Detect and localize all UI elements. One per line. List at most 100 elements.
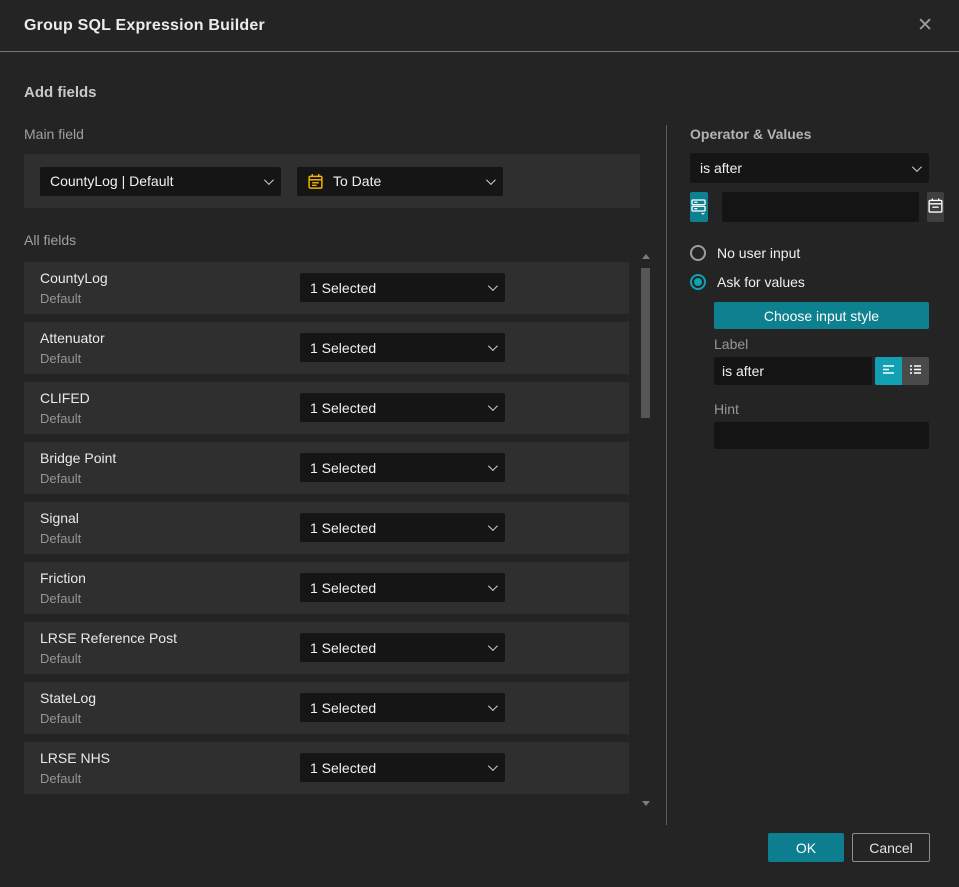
field-selection-value: 1 Selected bbox=[310, 459, 377, 476]
stacked-values-icon bbox=[690, 197, 708, 218]
ok-button[interactable]: OK bbox=[768, 833, 844, 862]
chevron-down-icon bbox=[487, 341, 498, 352]
date-type-select-value: To Date bbox=[333, 173, 382, 189]
field-name: LRSE NHS bbox=[40, 750, 111, 766]
list-scrollbar[interactable] bbox=[640, 254, 652, 806]
field-selection-select[interactable]: 1 Selected bbox=[300, 513, 505, 542]
chevron-down-icon bbox=[485, 174, 496, 185]
chevron-down-icon bbox=[487, 581, 498, 592]
value-input[interactable] bbox=[722, 192, 919, 222]
field-selection-value: 1 Selected bbox=[310, 279, 377, 296]
radio-no-user-input-label: No user input bbox=[717, 245, 801, 261]
field-sublabel: Default bbox=[40, 531, 82, 546]
chevron-down-icon bbox=[487, 461, 498, 472]
field-selection-select[interactable]: 1 Selected bbox=[300, 693, 505, 722]
align-left-icon bbox=[881, 362, 896, 380]
field-row-attenuator: Attenuator Default 1 Selected bbox=[24, 322, 629, 374]
label-input[interactable] bbox=[714, 357, 872, 385]
add-fields-heading: Add fields bbox=[24, 84, 97, 101]
main-field-select[interactable]: CountyLog | Default bbox=[40, 166, 281, 196]
field-selection-select[interactable]: 1 Selected bbox=[300, 753, 505, 782]
field-row-lrse-reference-post: LRSE Reference Post Default 1 Selected bbox=[24, 622, 629, 674]
chevron-down-icon bbox=[487, 761, 498, 772]
choose-input-style-button[interactable]: Choose input style bbox=[714, 302, 929, 329]
field-row-countylog: CountyLog Default 1 Selected bbox=[24, 262, 629, 314]
chevron-down-icon bbox=[487, 641, 498, 652]
radio-selected-icon[interactable] bbox=[690, 274, 706, 290]
field-name: LRSE Reference Post bbox=[40, 630, 177, 646]
field-sublabel: Default bbox=[40, 711, 82, 726]
field-row-friction: Friction Default 1 Selected bbox=[24, 562, 629, 614]
field-row-signal: Signal Default 1 Selected bbox=[24, 502, 629, 554]
main-field-select-value: CountyLog | Default bbox=[50, 173, 174, 189]
field-sublabel: Default bbox=[40, 411, 82, 426]
radio-no-user-input[interactable]: No user input bbox=[690, 244, 929, 262]
bullet-list-icon bbox=[908, 362, 923, 380]
field-name: StateLog bbox=[40, 690, 97, 706]
cancel-button[interactable]: Cancel bbox=[852, 833, 930, 862]
operator-values-heading: Operator & Values bbox=[690, 126, 812, 142]
field-row-clifed: CLIFED Default 1 Selected bbox=[24, 382, 629, 434]
field-name: Bridge Point bbox=[40, 450, 117, 466]
field-sublabel: Default bbox=[40, 291, 82, 306]
label-input-row bbox=[714, 357, 929, 385]
field-selection-value: 1 Selected bbox=[310, 519, 377, 536]
field-selection-select[interactable]: 1 Selected bbox=[300, 273, 505, 302]
field-name: CLIFED bbox=[40, 390, 90, 406]
field-selection-value: 1 Selected bbox=[310, 699, 377, 716]
chevron-down-icon bbox=[263, 174, 274, 185]
panel-divider bbox=[666, 125, 667, 825]
titlebar: Group SQL Expression Builder ✕ bbox=[0, 0, 959, 52]
field-row-statelog: StateLog Default 1 Selected bbox=[24, 682, 629, 734]
hint-label: Hint bbox=[714, 401, 739, 417]
scroll-down-icon[interactable] bbox=[642, 801, 650, 806]
calendar-icon bbox=[307, 173, 324, 190]
field-row-bridge-point: Bridge Point Default 1 Selected bbox=[24, 442, 629, 494]
group-sql-expression-builder-dialog: Group SQL Expression Builder ✕ Add field… bbox=[0, 0, 959, 887]
field-name: Signal bbox=[40, 510, 79, 526]
field-sublabel: Default bbox=[40, 591, 82, 606]
field-name: CountyLog bbox=[40, 270, 108, 286]
field-selection-value: 1 Selected bbox=[310, 339, 377, 356]
field-name: Attenuator bbox=[40, 330, 105, 346]
field-selection-value: 1 Selected bbox=[310, 399, 377, 416]
field-selection-value: 1 Selected bbox=[310, 759, 377, 776]
scroll-up-icon[interactable] bbox=[642, 254, 650, 259]
field-selection-value: 1 Selected bbox=[310, 639, 377, 656]
calendar-icon bbox=[927, 197, 944, 217]
field-sublabel: Default bbox=[40, 471, 82, 486]
label-label: Label bbox=[714, 336, 749, 352]
operator-select-value: is after bbox=[700, 160, 743, 176]
main-field-label: Main field bbox=[24, 126, 84, 142]
single-value-style-button[interactable] bbox=[875, 357, 902, 385]
field-selection-select[interactable]: 1 Selected bbox=[300, 333, 505, 362]
date-type-select[interactable]: To Date bbox=[297, 166, 503, 196]
chevron-down-icon bbox=[487, 521, 498, 532]
dialog-title: Group SQL Expression Builder bbox=[24, 16, 265, 34]
list-value-style-button[interactable] bbox=[902, 357, 929, 385]
scrollbar-thumb[interactable] bbox=[641, 268, 650, 418]
hint-input[interactable] bbox=[714, 422, 929, 449]
chevron-down-icon bbox=[487, 701, 498, 712]
field-name: Friction bbox=[40, 570, 86, 586]
close-icon[interactable]: ✕ bbox=[913, 12, 937, 39]
field-row-lrse-nhs: LRSE NHS Default 1 Selected bbox=[24, 742, 629, 794]
operator-select[interactable]: is after bbox=[690, 153, 929, 183]
field-selection-select[interactable]: 1 Selected bbox=[300, 393, 505, 422]
field-selection-value: 1 Selected bbox=[310, 579, 377, 596]
all-fields-label: All fields bbox=[24, 232, 77, 248]
main-field-row: CountyLog | Default To Date bbox=[24, 154, 640, 208]
field-sublabel: Default bbox=[40, 351, 82, 366]
value-input-type-button[interactable] bbox=[690, 192, 708, 222]
value-input-row bbox=[690, 192, 944, 222]
field-sublabel: Default bbox=[40, 771, 82, 786]
ask-for-values-options: Choose input style Label is after Hint bbox=[690, 302, 929, 449]
operator-values-panel: Operator & Values is after No user input… bbox=[690, 125, 944, 449]
field-selection-select[interactable]: 1 Selected bbox=[300, 453, 505, 482]
date-picker-button[interactable] bbox=[927, 192, 944, 222]
field-selection-select[interactable]: 1 Selected bbox=[300, 633, 505, 662]
radio-unselected-icon[interactable] bbox=[690, 245, 706, 261]
field-selection-select[interactable]: 1 Selected bbox=[300, 573, 505, 602]
chevron-down-icon bbox=[487, 281, 498, 292]
radio-ask-for-values[interactable]: Ask for values bbox=[690, 273, 929, 291]
